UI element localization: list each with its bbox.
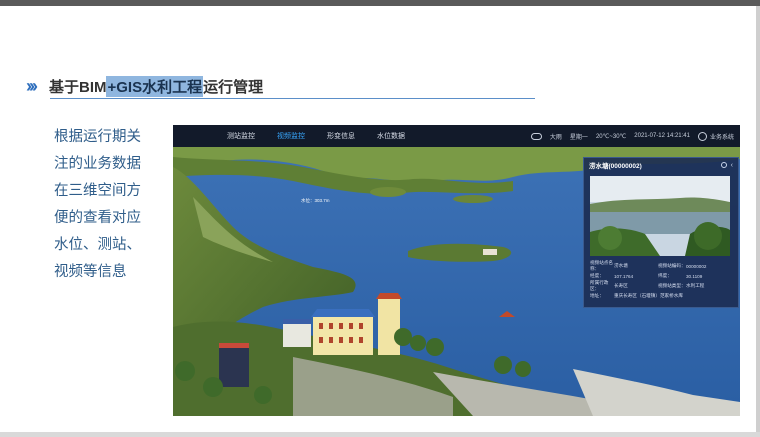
card-field-row: 所属行政区： 长寿区 视频站类型： 水利工程 <box>590 280 734 291</box>
tab-deformation-info[interactable]: 形变信息 <box>327 131 355 141</box>
field-label: 纬度： <box>658 273 672 278</box>
title-prefix: 基于BIM <box>48 78 107 96</box>
temperature-text: 20℃~30℃ <box>595 133 627 140</box>
field-value: 00000002 <box>686 263 707 269</box>
title-suffix: 运行管理 <box>203 78 264 96</box>
status-area: 大雨 星期一 20℃~30℃ 2021-07-12 14:21:41 业务系统 <box>523 125 734 147</box>
slide-shadow <box>756 6 760 437</box>
weather-text: 大雨 <box>549 134 562 141</box>
field-label: 地址： <box>590 293 604 298</box>
field-value: 水利工程 <box>686 283 705 288</box>
app-screenshot: 测站监控 视频监控 形变信息 水位数据 大雨 星期一 20℃~30℃ 2021-… <box>173 125 740 416</box>
tab-station-monitoring[interactable]: 测站监控 <box>227 131 255 141</box>
description-line: 注的业务数据 <box>54 156 141 172</box>
card-header: 涝水塘(00000002) ‹ <box>584 158 738 172</box>
field-value: 涝水塘 <box>614 263 628 268</box>
home-icon[interactable] <box>697 131 707 141</box>
datetime-text: 2021-07-12 14:21:41 <box>634 133 690 139</box>
settings-icon[interactable] <box>720 161 727 168</box>
water-level-label: 水位：303.7m <box>301 198 330 203</box>
slide-title-row: ››› 基于BIM +GIS水利工程 运行管理 <box>26 74 263 98</box>
title-underline <box>50 98 535 99</box>
field-label: 所属行政区： <box>590 280 609 291</box>
weekday-text: 星期一 <box>569 134 588 141</box>
field-value: 30.1109 <box>686 273 703 279</box>
card-title: 涝水塘(00000002) <box>589 163 642 170</box>
slide-bottom-strip <box>0 432 760 437</box>
video-station-card: 涝水塘(00000002) ‹ 视频站点名称： 涝水塘 视频站编码： 00000… <box>583 157 739 308</box>
field-value: 长寿区 <box>614 283 628 288</box>
tab-water-level-data[interactable]: 水位数据 <box>377 131 405 141</box>
app-nav: 测站监控 视频监控 形变信息 水位数据 <box>227 131 427 141</box>
cloud-icon <box>530 132 542 140</box>
card-actions: ‹ <box>720 161 733 169</box>
field-value: 107.1764 <box>614 273 634 279</box>
field-label: 视频站类型： <box>658 283 686 288</box>
description-line: 便的查看对应 <box>54 210 141 226</box>
card-fields: 视频站点名称： 涝水塘 视频站编码： 00000002 经度： 107.1764… <box>590 260 734 301</box>
field-label: 经度： <box>590 273 604 278</box>
description-line: 视频等信息 <box>54 264 127 280</box>
slide-description: 根据运行期关 注的业务数据 在三维空间方 便的查看对应 水位、测站、 视频等信息 <box>54 124 154 286</box>
field-label: 视频站点名称： <box>590 260 613 271</box>
card-field-row: 地址： 重庆长寿区（石堰镇）范家桥水库 <box>590 291 734 301</box>
description-line: 水位、测站、 <box>54 237 141 253</box>
close-icon[interactable]: ‹ <box>731 162 733 169</box>
card-field-row: 视频站点名称： 涝水塘 视频站编码： 00000002 <box>590 260 734 271</box>
field-label: 视频站编码： <box>658 263 686 268</box>
field-value: 重庆长寿区（石堰镇）范家桥水库 <box>614 293 683 298</box>
slide-title: 基于BIM +GIS水利工程 运行管理 <box>48 75 264 97</box>
app-top-bar: 测站监控 视频监控 形变信息 水位数据 大雨 星期一 20℃~30℃ 2021-… <box>173 125 740 147</box>
video-feed[interactable] <box>590 176 730 256</box>
business-system-link[interactable]: 业务系统 <box>710 132 734 141</box>
description-line: 在三维空间方 <box>54 183 141 199</box>
tab-video-monitoring[interactable]: 视频监控 <box>277 131 305 141</box>
description-line: 根据运行期关 <box>54 129 141 145</box>
title-highlight: +GIS水利工程 <box>106 75 204 97</box>
chevron-right-icon: ››› <box>26 75 38 96</box>
